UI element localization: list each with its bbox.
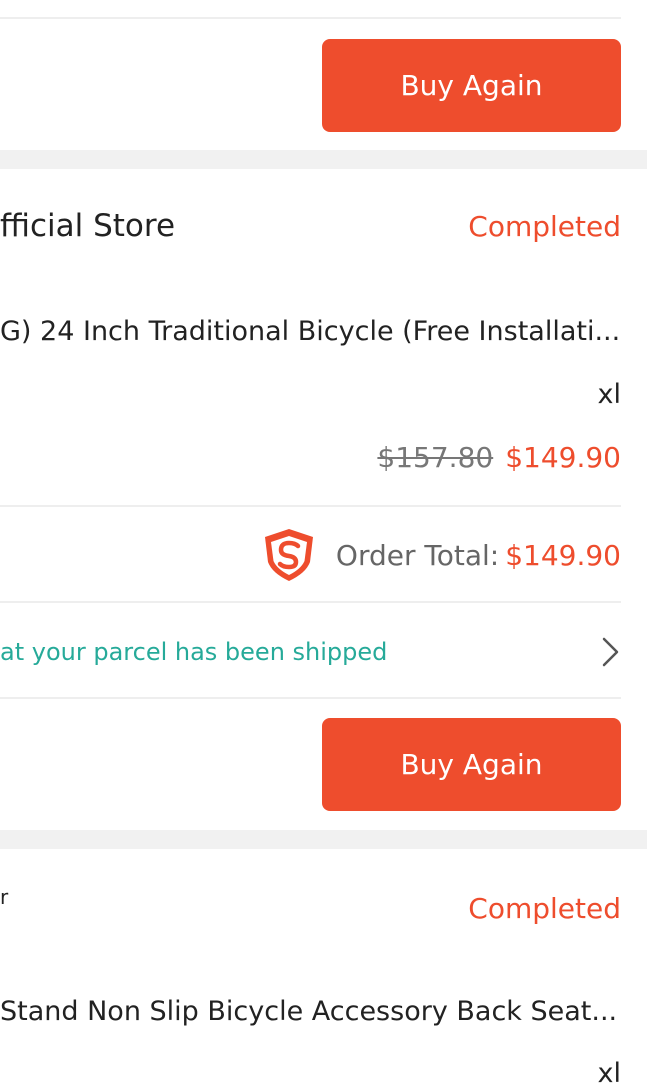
buy-again-button[interactable]: Buy Again	[322, 39, 621, 132]
order-separator	[0, 830, 647, 849]
store-name[interactable]: fficial Store	[0, 208, 175, 244]
order2-divider-bottom	[0, 697, 621, 699]
price-row: $157.80 $149.90	[377, 441, 621, 474]
discounted-price: $149.90	[505, 441, 621, 474]
chevron-right-icon[interactable]	[599, 636, 621, 668]
order1-divider	[0, 17, 621, 19]
product-name[interactable]: Stand Non Slip Bicycle Accessory Back Se…	[0, 996, 617, 1027]
shipping-status-text: at your parcel has been shipped	[0, 638, 388, 666]
order-total-row: Order Total: $149.90	[260, 526, 621, 584]
order-status: Completed	[468, 210, 621, 243]
buy-again-label: Buy Again	[400, 69, 543, 102]
product-variation: xl	[597, 379, 621, 410]
buy-again-label: Buy Again	[400, 748, 543, 781]
product-variation: xl	[597, 1058, 621, 1089]
order-status: Completed	[468, 892, 621, 925]
original-price: $157.80	[377, 441, 494, 474]
product-name[interactable]: G) 24 Inch Traditional Bicycle (Free Ins…	[0, 316, 620, 347]
order-total-value: $149.90	[505, 538, 621, 572]
order-total-label: Order Total:	[335, 538, 500, 572]
shield-icon	[264, 529, 313, 581]
buy-again-button[interactable]: Buy Again	[322, 718, 621, 811]
store-name[interactable]: r	[0, 885, 8, 909]
order2-divider-top	[0, 505, 621, 507]
order-separator	[0, 150, 647, 169]
order2-divider-mid	[0, 601, 621, 603]
